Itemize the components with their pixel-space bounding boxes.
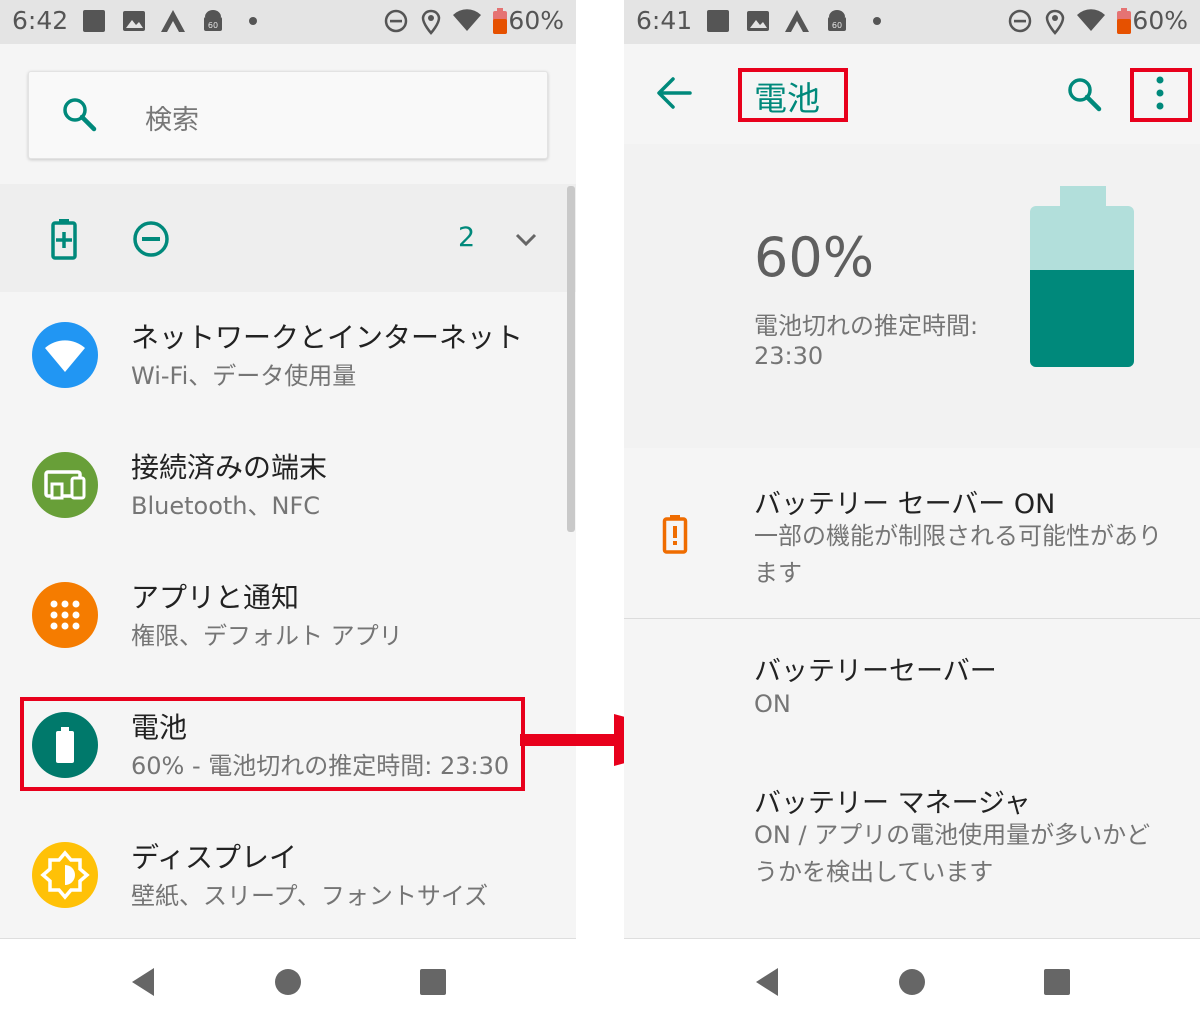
conditions-count: 2 bbox=[458, 222, 476, 253]
settings-item-network[interactable]: ネットワークとインターネット Wi-Fi、データ使用量 bbox=[0, 292, 576, 422]
more-notifications-dot-icon bbox=[249, 17, 257, 25]
battery-level-graphic bbox=[1030, 206, 1134, 367]
battery-header: 60% 電池切れの推定時間: 23:30 bbox=[624, 144, 1200, 448]
apps-icon bbox=[32, 582, 98, 648]
status-bar: 6:41 60 60% bbox=[624, 0, 1200, 44]
brightness-icon bbox=[32, 842, 98, 908]
do-not-disturb-icon bbox=[1008, 9, 1032, 33]
navigation-bar bbox=[0, 938, 576, 1024]
android-icon: 60 bbox=[204, 10, 222, 31]
status-time: 6:42 bbox=[12, 6, 69, 35]
search-placeholder: 検索 bbox=[145, 105, 199, 136]
app-notification-icon bbox=[161, 10, 185, 32]
battery-status-icon bbox=[1117, 8, 1131, 34]
settings-screen: 6:42 60 60% 検索 2 ネットワークとインターネット Wi-Fi、デー… bbox=[0, 0, 576, 1024]
app-notification-icon bbox=[785, 10, 809, 32]
app-bar: 電池 bbox=[624, 44, 1200, 144]
battery-saver-item[interactable]: バッテリーセーバー ON bbox=[624, 619, 1200, 749]
do-not-disturb-condition-icon bbox=[133, 221, 169, 257]
settings-item-subtitle: 権限、デフォルト アプリ bbox=[131, 622, 403, 650]
battery-graphic-tip bbox=[1060, 186, 1106, 208]
settings-item-subtitle: Bluetooth、NFC bbox=[131, 492, 321, 520]
list-item-title: バッテリー セーバー ON bbox=[754, 489, 1056, 520]
conditions-bar[interactable]: 2 bbox=[0, 184, 576, 292]
settings-item-title: アプリと通知 bbox=[131, 581, 300, 614]
notification-square-icon bbox=[83, 10, 105, 32]
status-bar: 6:42 60 60% bbox=[0, 0, 576, 44]
home-nav-icon[interactable] bbox=[897, 966, 927, 998]
recents-nav-icon[interactable] bbox=[1042, 966, 1072, 998]
svg-text:60: 60 bbox=[208, 21, 218, 30]
battery-percent: 60% bbox=[754, 226, 875, 289]
image-icon bbox=[123, 11, 145, 31]
navigation-bar bbox=[624, 938, 1200, 1024]
settings-item-title: 接続済みの端末 bbox=[131, 451, 328, 484]
wifi-signal-icon bbox=[453, 9, 481, 31]
android-icon: 60 bbox=[828, 10, 846, 31]
settings-item-connected-devices[interactable]: 接続済みの端末 Bluetooth、NFC bbox=[0, 422, 576, 552]
location-icon bbox=[1045, 9, 1065, 35]
search-icon[interactable] bbox=[1066, 76, 1102, 112]
notification-square-icon bbox=[707, 10, 729, 32]
back-nav-icon[interactable] bbox=[752, 966, 782, 998]
settings-item-apps[interactable]: アプリと通知 権限、デフォルト アプリ bbox=[0, 552, 576, 682]
image-icon bbox=[747, 11, 769, 31]
settings-item-title: ディスプレイ bbox=[131, 841, 298, 874]
status-time: 6:41 bbox=[636, 6, 693, 35]
wifi-icon bbox=[32, 322, 98, 388]
highlight-box-title bbox=[738, 68, 848, 122]
list-item-subtitle: ON / アプリの電池使用量が多いかどうかを検出しています bbox=[754, 821, 1151, 886]
location-icon bbox=[421, 9, 441, 35]
highlight-box-battery-item bbox=[20, 697, 525, 791]
settings-item-display[interactable]: ディスプレイ 壁紙、スリープ、フォントサイズ bbox=[0, 812, 576, 942]
battery-saver-on-item[interactable]: バッテリー セーバー ON 一部の機能が制限される可能性があります bbox=[624, 448, 1200, 618]
status-battery-percent: 60% bbox=[1132, 6, 1188, 35]
settings-item-title: ネットワークとインターネット bbox=[131, 321, 524, 354]
settings-item-subtitle: Wi-Fi、データ使用量 bbox=[131, 362, 357, 390]
search-area: 検索 bbox=[0, 44, 576, 184]
list-item-subtitle: ON bbox=[754, 690, 791, 718]
battery-status-icon bbox=[493, 8, 507, 34]
battery-saver-condition-icon bbox=[51, 219, 77, 260]
svg-text:60: 60 bbox=[832, 21, 842, 30]
list-item-title: バッテリー マネージャ bbox=[754, 788, 1031, 819]
search-icon bbox=[63, 98, 97, 132]
wifi-signal-icon bbox=[1077, 9, 1105, 31]
settings-item-subtitle: 壁紙、スリープ、フォントサイズ bbox=[131, 882, 489, 910]
search-bar[interactable]: 検索 bbox=[28, 71, 548, 159]
battery-manager-item[interactable]: バッテリー マネージャ ON / アプリの電池使用量が多いかどうかを検出していま… bbox=[624, 749, 1200, 919]
estimate-time: 23:30 bbox=[754, 342, 824, 370]
list-item-subtitle: 一部の機能が制限される可能性があります bbox=[754, 522, 1162, 587]
back-arrow-icon[interactable] bbox=[656, 76, 692, 110]
back-nav-icon[interactable] bbox=[128, 966, 158, 998]
home-nav-icon[interactable] bbox=[273, 966, 303, 998]
status-battery-percent: 60% bbox=[508, 6, 564, 35]
devices-icon bbox=[32, 452, 98, 518]
battery-screen: 6:41 60 60% 電池 60% 電池切れの推定時間: 23:30 バッテリ… bbox=[624, 0, 1200, 1024]
more-notifications-dot-icon bbox=[873, 17, 881, 25]
chevron-down-icon[interactable] bbox=[514, 232, 538, 248]
estimate-label: 電池切れの推定時間: bbox=[754, 312, 979, 340]
highlight-box-more-options bbox=[1130, 68, 1192, 122]
do-not-disturb-icon bbox=[384, 9, 408, 33]
list-item-title: バッテリーセーバー bbox=[754, 656, 997, 687]
battery-saver-alert-icon bbox=[662, 515, 688, 554]
recents-nav-icon[interactable] bbox=[418, 966, 448, 998]
battery-level-fill bbox=[1030, 270, 1134, 367]
